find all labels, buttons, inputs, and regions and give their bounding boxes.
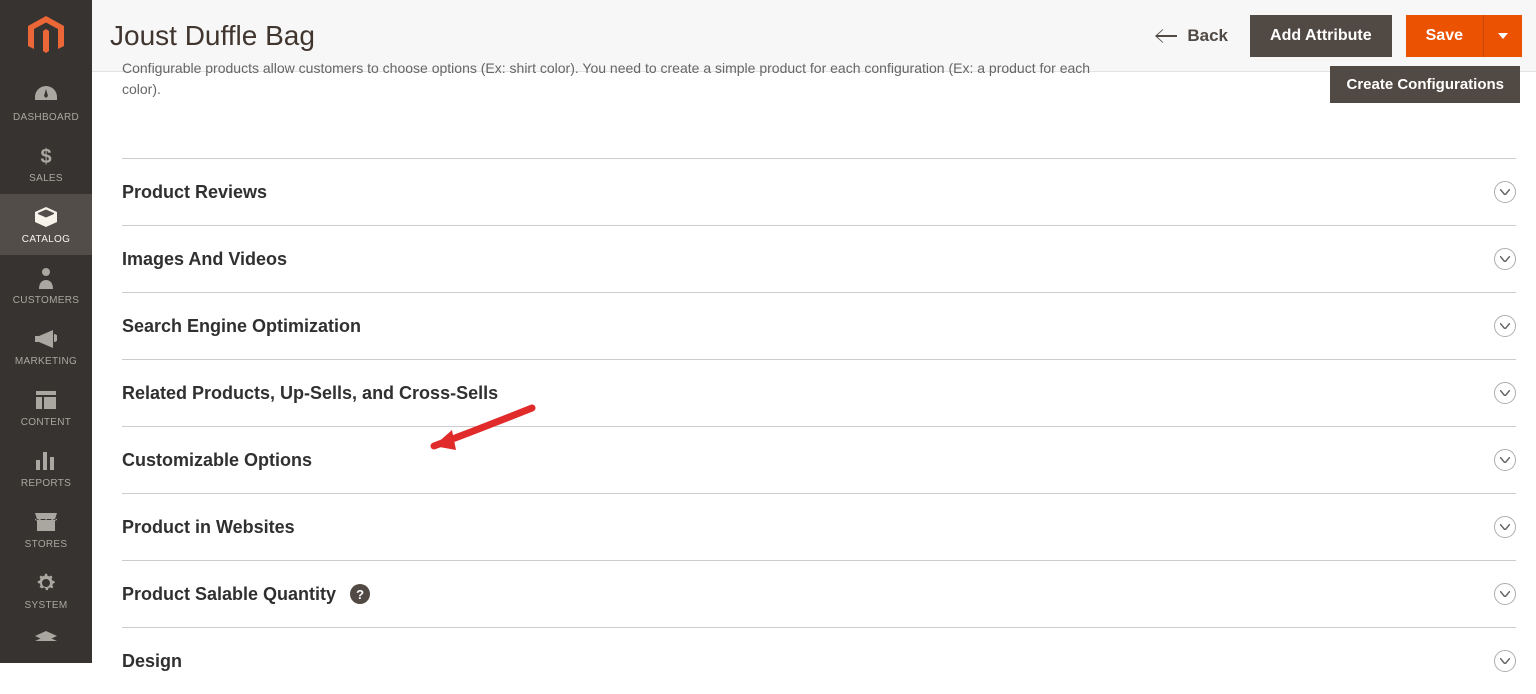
- save-button-group: Save: [1406, 15, 1522, 57]
- sidebar-item-stores[interactable]: STORES: [0, 499, 92, 560]
- chevron-down-icon: [1494, 516, 1516, 538]
- fieldset-customizable-options[interactable]: Customizable Options: [122, 426, 1516, 493]
- chevron-down-icon: [1494, 315, 1516, 337]
- page-title: Joust Duffle Bag: [110, 20, 315, 52]
- sidebar-item-label: SALES: [29, 173, 63, 184]
- fieldset-design[interactable]: Design: [122, 627, 1516, 694]
- chevron-down-icon: [1494, 650, 1516, 672]
- back-button[interactable]: Back: [1155, 26, 1228, 46]
- sidebar-item-customers[interactable]: CUSTOMERS: [0, 255, 92, 316]
- sidebar-item-label: CUSTOMERS: [13, 295, 79, 306]
- barchart-icon: [36, 450, 56, 472]
- fieldset-label: Search Engine Optimization: [122, 316, 361, 337]
- person-icon: [39, 267, 53, 289]
- svg-text:$: $: [40, 146, 51, 167]
- sidebar-item-sales[interactable]: $ SALES: [0, 133, 92, 194]
- fieldset-title: Search Engine Optimization: [122, 316, 361, 337]
- megaphone-icon: [35, 328, 57, 350]
- main-content: Joust Duffle Bag Back Add Attribute Save…: [92, 0, 1536, 663]
- chevron-down-icon: [1494, 583, 1516, 605]
- fieldset-title: Related Products, Up-Sells, and Cross-Se…: [122, 383, 498, 404]
- fieldset-title: Product in Websites: [122, 517, 295, 538]
- fieldset-label: Design: [122, 651, 182, 672]
- fieldset-related-products[interactable]: Related Products, Up-Sells, and Cross-Se…: [122, 359, 1516, 426]
- add-attribute-button[interactable]: Add Attribute: [1250, 15, 1392, 57]
- box-icon: [35, 206, 57, 228]
- chevron-down-icon: [1494, 181, 1516, 203]
- fieldset-label: Product Reviews: [122, 182, 267, 203]
- fieldset-title: Product Salable Quantity ?: [122, 584, 370, 605]
- fieldset-label: Product in Websites: [122, 517, 295, 538]
- sidebar-item-marketing[interactable]: MARKETING: [0, 316, 92, 377]
- sidebar: DASHBOARD $ SALES CATALOG CUSTOMERS MARK…: [0, 0, 92, 663]
- fieldset-title: Images And Videos: [122, 249, 287, 270]
- sidebar-item-content[interactable]: CONTENT: [0, 377, 92, 438]
- config-description-row: Configurable products allow customers to…: [122, 58, 1522, 100]
- sidebar-item-dashboard[interactable]: DASHBOARD: [0, 72, 92, 133]
- config-description: Configurable products allow customers to…: [122, 58, 1122, 100]
- sidebar-item-label: DASHBOARD: [13, 112, 79, 123]
- fieldset-seo[interactable]: Search Engine Optimization: [122, 292, 1516, 359]
- fieldset-label: Product Salable Quantity: [122, 584, 336, 605]
- fieldset-label: Related Products, Up-Sells, and Cross-Se…: [122, 383, 498, 404]
- fieldset-title: Design: [122, 651, 182, 672]
- fieldset-salable-quantity[interactable]: Product Salable Quantity ?: [122, 560, 1516, 627]
- sidebar-item-label: STORES: [25, 539, 68, 550]
- fieldset-images-and-videos[interactable]: Images And Videos: [122, 225, 1516, 292]
- dashboard-icon: [35, 84, 57, 106]
- fieldset-title: Customizable Options: [122, 450, 312, 471]
- fieldsets-list: Product Reviews Images And Videos Search…: [122, 158, 1516, 694]
- back-arrow-icon: [1155, 29, 1177, 43]
- dollar-icon: $: [39, 145, 53, 167]
- storefront-icon: [35, 511, 57, 533]
- save-dropdown-toggle[interactable]: [1484, 15, 1522, 57]
- magento-logo-icon: [28, 16, 64, 56]
- fieldset-product-in-websites[interactable]: Product in Websites: [122, 493, 1516, 560]
- sidebar-item-partial: [0, 621, 92, 643]
- chevron-down-icon: [1494, 449, 1516, 471]
- sidebar-item-system[interactable]: SYSTEM: [0, 560, 92, 621]
- fieldset-title: Product Reviews: [122, 182, 267, 203]
- sidebar-item-label: REPORTS: [21, 478, 71, 489]
- chevron-down-icon: [1494, 248, 1516, 270]
- help-icon[interactable]: ?: [350, 584, 370, 604]
- fieldset-product-reviews[interactable]: Product Reviews: [122, 158, 1516, 225]
- fieldset-label: Images And Videos: [122, 249, 287, 270]
- sidebar-item-label: CATALOG: [22, 234, 70, 245]
- gear-icon: [36, 572, 56, 594]
- sidebar-item-reports[interactable]: REPORTS: [0, 438, 92, 499]
- chevron-down-icon: [1494, 382, 1516, 404]
- back-label: Back: [1187, 26, 1228, 46]
- fieldset-label: Customizable Options: [122, 450, 312, 471]
- sidebar-item-label: MARKETING: [15, 356, 77, 367]
- sidebar-item-label: SYSTEM: [25, 600, 68, 611]
- save-button[interactable]: Save: [1406, 15, 1484, 57]
- caret-down-icon: [1498, 33, 1508, 39]
- sidebar-item-catalog[interactable]: CATALOG: [0, 194, 92, 255]
- layout-icon: [36, 389, 56, 411]
- sidebar-item-label: CONTENT: [21, 417, 71, 428]
- magento-logo[interactable]: [0, 0, 92, 72]
- create-configurations-button[interactable]: Create Configurations: [1330, 66, 1520, 103]
